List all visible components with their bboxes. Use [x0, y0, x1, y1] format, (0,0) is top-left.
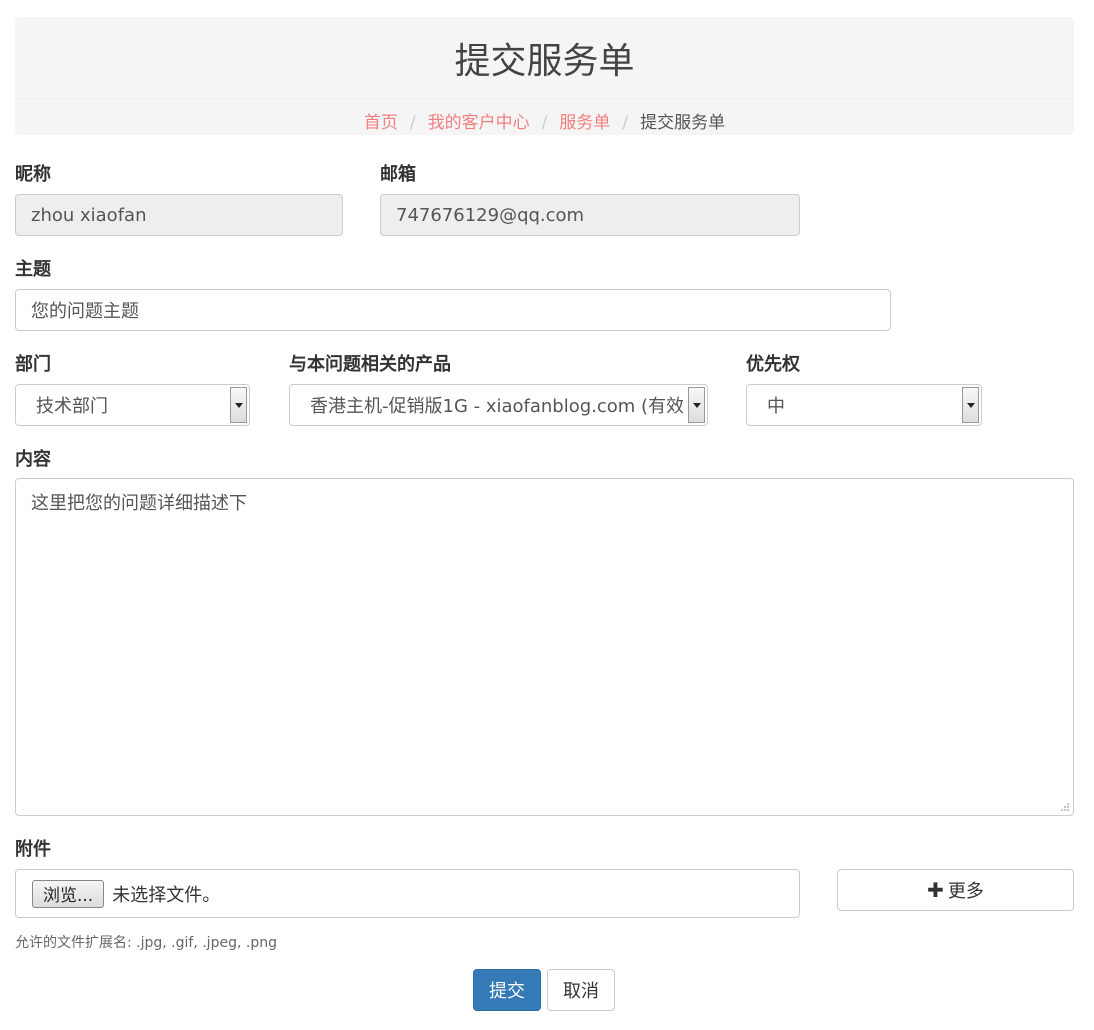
- priority-label: 优先权: [746, 354, 800, 375]
- nickname-field[interactable]: zhou xiaofan: [15, 194, 343, 236]
- nickname-label: 昵称: [15, 164, 51, 185]
- add-more-label: 更多: [947, 881, 984, 902]
- file-status: 未选择文件。: [112, 884, 221, 906]
- subject-label: 主题: [15, 259, 51, 280]
- add-more-button[interactable]: ✚ 更多: [837, 869, 1074, 911]
- department-selected-value: 技术部门: [36, 396, 108, 417]
- chevron-down-icon: [234, 402, 243, 408]
- priority-select[interactable]: 中: [746, 384, 982, 426]
- browse-button[interactable]: 浏览...: [32, 879, 105, 908]
- department-dropdown-button[interactable]: [230, 387, 247, 423]
- subject-input[interactable]: 您的问题主题: [15, 289, 891, 331]
- product-selected-value: 香港主机-促销版1G - xiaofanblog.com (有效: [310, 396, 683, 417]
- resize-grip-icon[interactable]: [1060, 802, 1070, 812]
- priority-selected-value: 中: [767, 396, 785, 417]
- file-input[interactable]: 浏览... 未选择文件。: [15, 869, 800, 918]
- department-label: 部门: [15, 354, 51, 375]
- breadcrumb-separator: /: [622, 113, 629, 133]
- breadcrumb-separator: /: [541, 113, 548, 133]
- product-select[interactable]: 香港主机-促销版1G - xiaofanblog.com (有效: [289, 384, 708, 426]
- content-textarea[interactable]: 这里把您的问题详细描述下: [15, 478, 1074, 816]
- chevron-down-icon: [692, 402, 701, 408]
- breadcrumb-tickets-link[interactable]: 服务单: [559, 113, 610, 133]
- subject-placeholder: 您的问题主题: [31, 301, 139, 322]
- content-label: 内容: [15, 449, 51, 470]
- email-label: 邮箱: [380, 164, 416, 185]
- nickname-value: zhou xiaofan: [31, 204, 147, 226]
- email-value: 747676129@qq.com: [396, 204, 585, 226]
- breadcrumb: 首页 / 我的客户中心 / 服务单 / 提交服务单: [15, 115, 1074, 132]
- breadcrumb-home-link[interactable]: 首页: [364, 113, 398, 133]
- allowed-extensions-hint: 允许的文件扩展名: .jpg, .gif, .jpeg, .png: [15, 935, 277, 951]
- cancel-button[interactable]: 取消: [547, 969, 615, 1011]
- page-title: 提交服务单: [454, 41, 635, 82]
- attachment-label: 附件: [15, 839, 51, 860]
- breadcrumb-current: 提交服务单: [640, 113, 726, 133]
- submit-button[interactable]: 提交: [473, 969, 541, 1011]
- header-divider: [15, 98, 1074, 99]
- department-select[interactable]: 技术部门: [15, 384, 250, 426]
- product-dropdown-button[interactable]: [688, 387, 705, 423]
- product-label: 与本问题相关的产品: [289, 354, 451, 375]
- breadcrumb-separator: /: [409, 113, 416, 133]
- page-header: 提交服务单 首页 / 我的客户中心 / 服务单 / 提交服务单: [15, 17, 1074, 135]
- priority-dropdown-button[interactable]: [962, 387, 979, 423]
- email-field[interactable]: 747676129@qq.com: [380, 194, 800, 236]
- chevron-down-icon: [966, 402, 975, 408]
- content-placeholder: 这里把您的问题详细描述下: [31, 493, 247, 514]
- plus-icon: ✚: [927, 878, 944, 902]
- breadcrumb-customer-center-link[interactable]: 我的客户中心: [428, 113, 530, 133]
